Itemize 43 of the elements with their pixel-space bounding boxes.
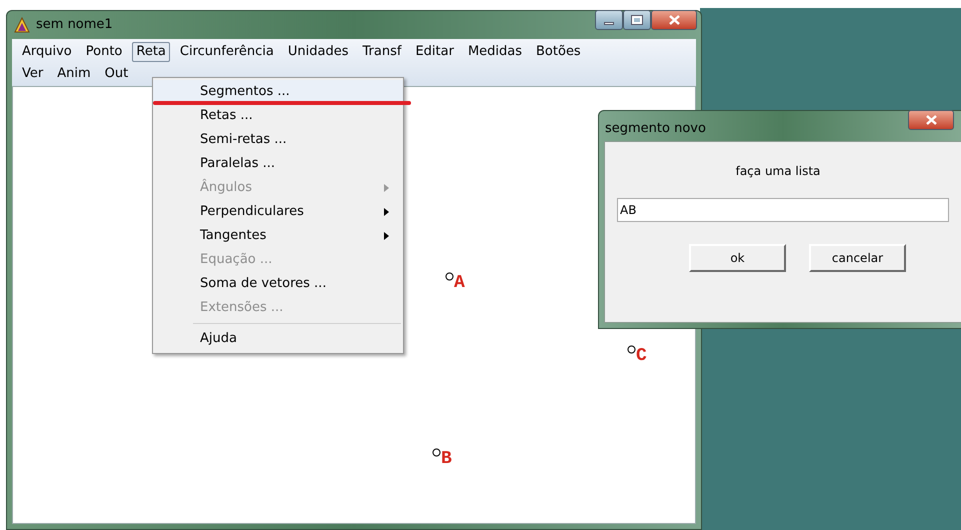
- point-label: A: [454, 274, 465, 292]
- point-marker: [627, 345, 636, 354]
- menu-item[interactable]: Arquivo: [18, 42, 76, 62]
- menu-option[interactable]: Paralelas ...: [153, 152, 403, 176]
- menu-item[interactable]: Transf: [358, 42, 406, 62]
- menu-option[interactable]: Ajuda: [153, 327, 403, 351]
- menu-item[interactable]: Anim: [53, 64, 95, 84]
- triangle-icon: [14, 17, 30, 33]
- close-icon: [668, 15, 680, 25]
- menu-item[interactable]: Reta: [132, 42, 170, 62]
- point-label: B: [441, 450, 452, 468]
- menu-option[interactable]: Tangentes: [153, 224, 403, 248]
- menu-option[interactable]: Soma de vetores ...: [153, 272, 403, 296]
- dialog-title: segmento novo: [605, 120, 706, 138]
- window-title: sem nome1: [36, 16, 113, 34]
- minimize-button[interactable]: [595, 10, 623, 30]
- dialog-button[interactable]: ok: [689, 244, 786, 272]
- maximize-button[interactable]: [623, 10, 651, 30]
- menu-item[interactable]: Editar: [411, 42, 458, 62]
- menu-item[interactable]: Medidas: [464, 42, 526, 62]
- menu-item[interactable]: Out: [100, 64, 132, 84]
- submenu-arrow-icon: [384, 208, 389, 216]
- maximize-icon: [632, 16, 642, 24]
- menu-item[interactable]: Ver: [18, 64, 48, 84]
- point-marker: [445, 272, 454, 281]
- dialog-button[interactable]: cancelar: [809, 244, 906, 272]
- menu-item[interactable]: Botões: [532, 42, 585, 62]
- submenu-arrow-icon: [384, 184, 389, 192]
- minimize-icon: [604, 22, 614, 24]
- submenu-arrow-icon: [384, 232, 389, 240]
- menu-option[interactable]: Semi-retas ...: [153, 128, 403, 152]
- input-field[interactable]: AB: [617, 198, 949, 222]
- close-icon: [926, 115, 936, 125]
- menu-item[interactable]: Ponto: [82, 42, 126, 62]
- point-marker: [432, 448, 441, 457]
- menu-option[interactable]: Retas ...: [153, 104, 403, 128]
- menu-item[interactable]: Unidades: [284, 42, 352, 62]
- menu-option[interactable]: Perpendiculares: [153, 200, 403, 224]
- menu-item[interactable]: Circunferência: [176, 42, 278, 62]
- close-button[interactable]: [908, 110, 954, 130]
- point-label: C: [636, 347, 647, 365]
- prompt-text: faça uma lista: [736, 163, 820, 180]
- close-button[interactable]: [651, 10, 697, 30]
